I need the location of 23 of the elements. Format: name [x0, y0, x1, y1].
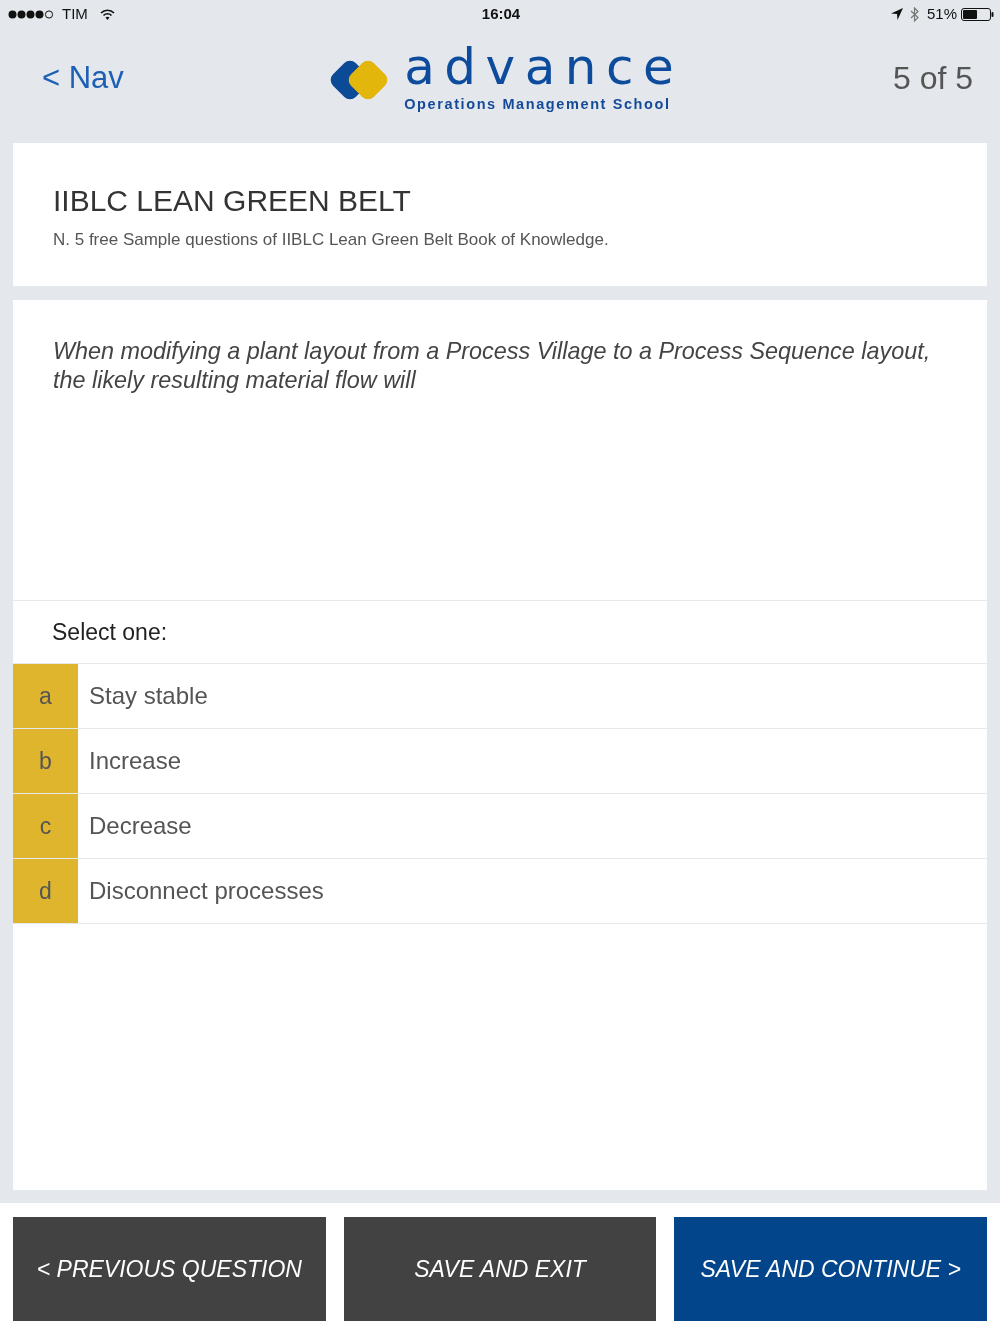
wifi-icon — [99, 8, 115, 20]
question-counter: 5 of 5 — [892, 60, 973, 97]
carrier-name: TIM — [62, 3, 88, 24]
option-letter-tile: d — [13, 859, 78, 923]
course-title: IIBLC LEAN GREEN BELT — [53, 183, 412, 219]
course-description: N. 5 free Sample questions of IIBLC Lean Green Belt Book of Knowledge. — [53, 230, 610, 251]
signal-icon — [8, 9, 54, 19]
logo-wordmark: advance — [404, 44, 684, 92]
option-letter-tile: c — [13, 794, 78, 858]
option-letter-tile: b — [13, 729, 78, 793]
logo-tagline: Operations Management School — [404, 95, 671, 113]
battery-percent: 51% — [926, 3, 957, 24]
back-button[interactable]: < Nav — [42, 61, 124, 96]
action-button[interactable]: SAVE AND CONTINUE > — [674, 1217, 987, 1321]
battery-icon — [961, 7, 994, 21]
clock-time: 16:04 — [481, 3, 521, 24]
option-letter-tile: a — [13, 664, 78, 728]
bluetooth-icon — [909, 6, 919, 22]
location-arrow-icon — [890, 8, 903, 20]
action-button[interactable]: SAVE AND EXIT — [343, 1217, 657, 1321]
question-text: When modifying a plant layout from a Process Village to a Process Sequence layout, the likely resulting material flow will — [53, 338, 931, 393]
select-prompt: Select one: — [52, 617, 168, 647]
action-button[interactable]: < PREVIOUS QUESTION — [13, 1217, 326, 1321]
